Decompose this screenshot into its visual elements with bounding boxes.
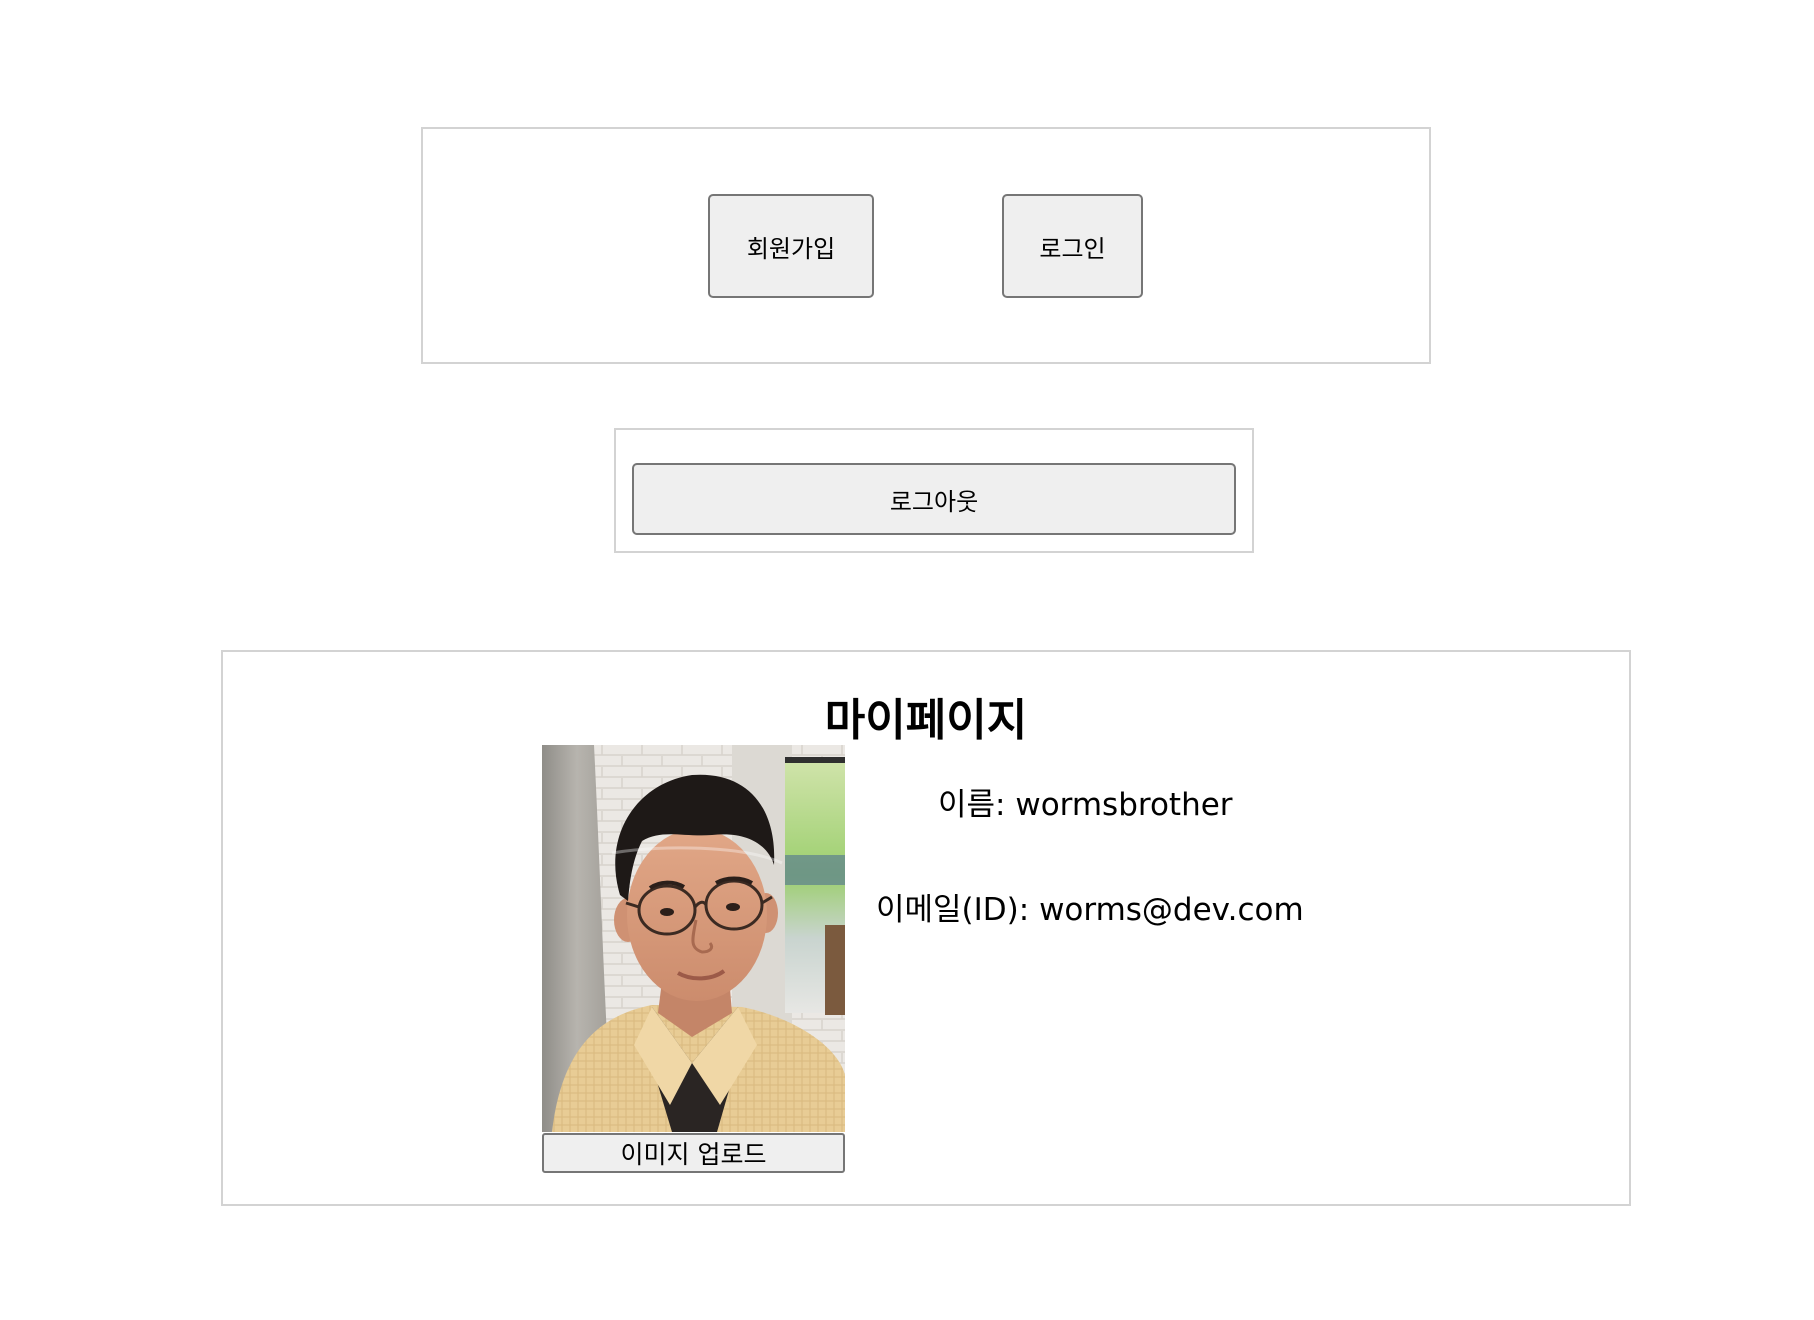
signup-button[interactable]: 회원가입 [708, 194, 874, 298]
user-email-row: 이메일(ID): worms@dev.com [876, 884, 1304, 929]
email-value: worms@dev.com [1039, 892, 1304, 928]
user-name-row: 이름: wormsbrother [938, 779, 1233, 824]
name-value: wormsbrother [1015, 787, 1233, 823]
name-label: 이름: [938, 787, 1016, 823]
login-button[interactable]: 로그인 [1002, 194, 1143, 298]
email-label: 이메일(ID): [876, 892, 1040, 928]
profile-photo [542, 745, 845, 1132]
logout-button[interactable]: 로그아웃 [632, 463, 1236, 535]
page-title: 마이페이지 [824, 695, 1028, 746]
logout-panel: 로그아웃 [614, 428, 1254, 553]
auth-panel: 회원가입 로그인 [421, 127, 1431, 364]
mypage-panel: 마이페이지 이미지 업로드 이름: wormsbrother 이메일(ID): … [221, 650, 1631, 1206]
image-upload-button[interactable]: 이미지 업로드 [542, 1133, 845, 1173]
